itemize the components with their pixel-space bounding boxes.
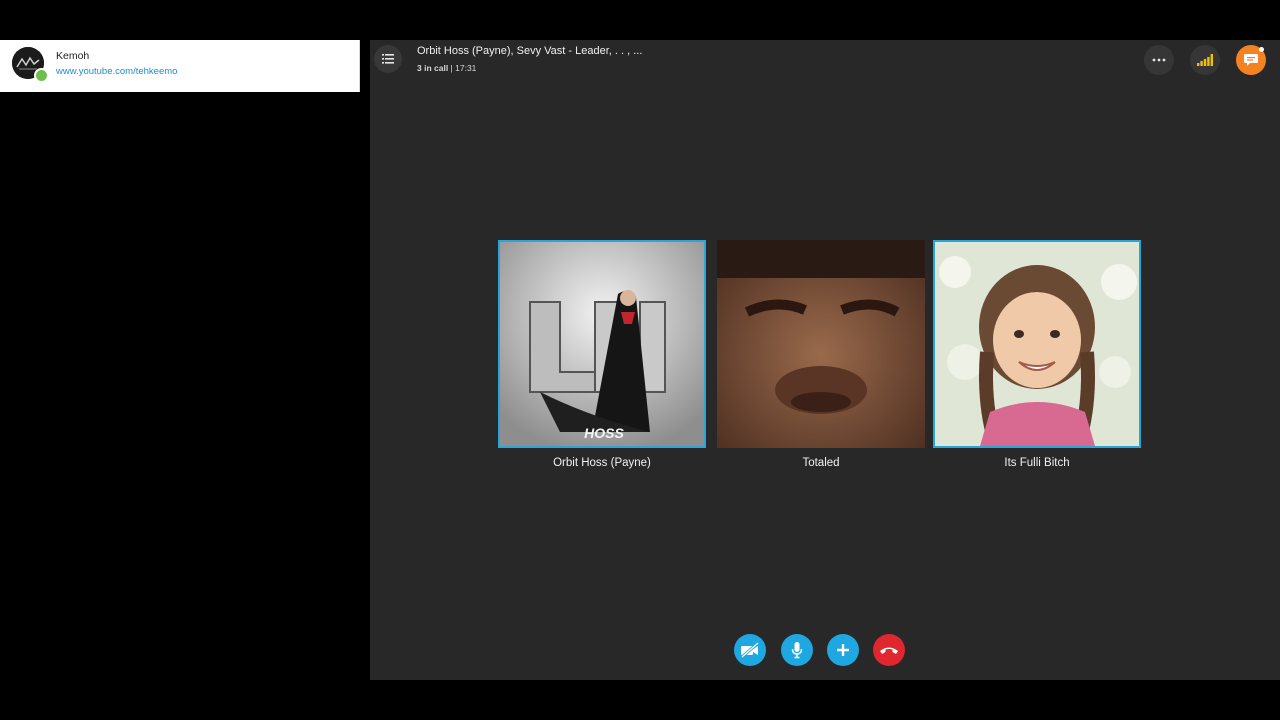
participant-name-1: Orbit Hoss (Payne) (553, 457, 651, 469)
call-duration: 17:31 (455, 63, 477, 73)
participant-tile-1[interactable]: HOSS (498, 240, 706, 448)
call-status: 3 in call | 17:31 (417, 63, 477, 73)
participant-avatar-1: HOSS (500, 242, 704, 446)
avatar-hoss-text: HOSS (584, 425, 624, 441)
participant-avatar-2 (717, 240, 925, 448)
in-call-count: 3 in call (417, 63, 449, 73)
profile-mood-link[interactable]: www.youtube.com/tehkeemo (56, 66, 177, 77)
chat-button[interactable] (1236, 45, 1266, 75)
profile-name: Kemoh (56, 50, 90, 62)
list-icon (382, 54, 394, 64)
call-header: Orbit Hoss (Payne), Sevy Vast - Leader, … (370, 40, 1280, 80)
call-title[interactable]: Orbit Hoss (Payne), Sevy Vast - Leader, … (417, 45, 642, 57)
microphone-icon (791, 642, 803, 659)
chat-notification-dot (1259, 47, 1264, 52)
participant-tile-3[interactable] (933, 240, 1141, 448)
participant-avatar-3 (935, 242, 1139, 446)
call-panel: Orbit Hoss (Payne), Sevy Vast - Leader, … (370, 40, 1280, 680)
participant-name-3: Its Fulli Bitch (1004, 457, 1070, 469)
presence-online-badge (34, 68, 49, 83)
profile-card[interactable]: Kemoh www.youtube.com/tehkeemo (0, 40, 360, 92)
more-options-button[interactable] (1144, 45, 1174, 75)
signal-icon (1197, 54, 1213, 66)
participants-list-button[interactable] (374, 45, 402, 73)
more-icon (1152, 58, 1166, 62)
microphone-button[interactable] (781, 634, 813, 666)
participant-name-2: Totaled (802, 457, 840, 469)
top-black-bar (0, 0, 1280, 40)
video-off-icon (741, 642, 759, 658)
call-quality-button[interactable] (1190, 45, 1220, 75)
plus-icon (837, 644, 849, 656)
end-call-button[interactable] (873, 634, 905, 666)
bottom-black-bar (0, 680, 1280, 720)
add-participant-button[interactable] (827, 634, 859, 666)
video-toggle-button[interactable] (734, 634, 766, 666)
hang-up-icon (880, 647, 898, 654)
sidebar-empty-area (0, 92, 370, 680)
chat-icon (1244, 54, 1258, 66)
participant-tile-2[interactable] (717, 240, 925, 448)
